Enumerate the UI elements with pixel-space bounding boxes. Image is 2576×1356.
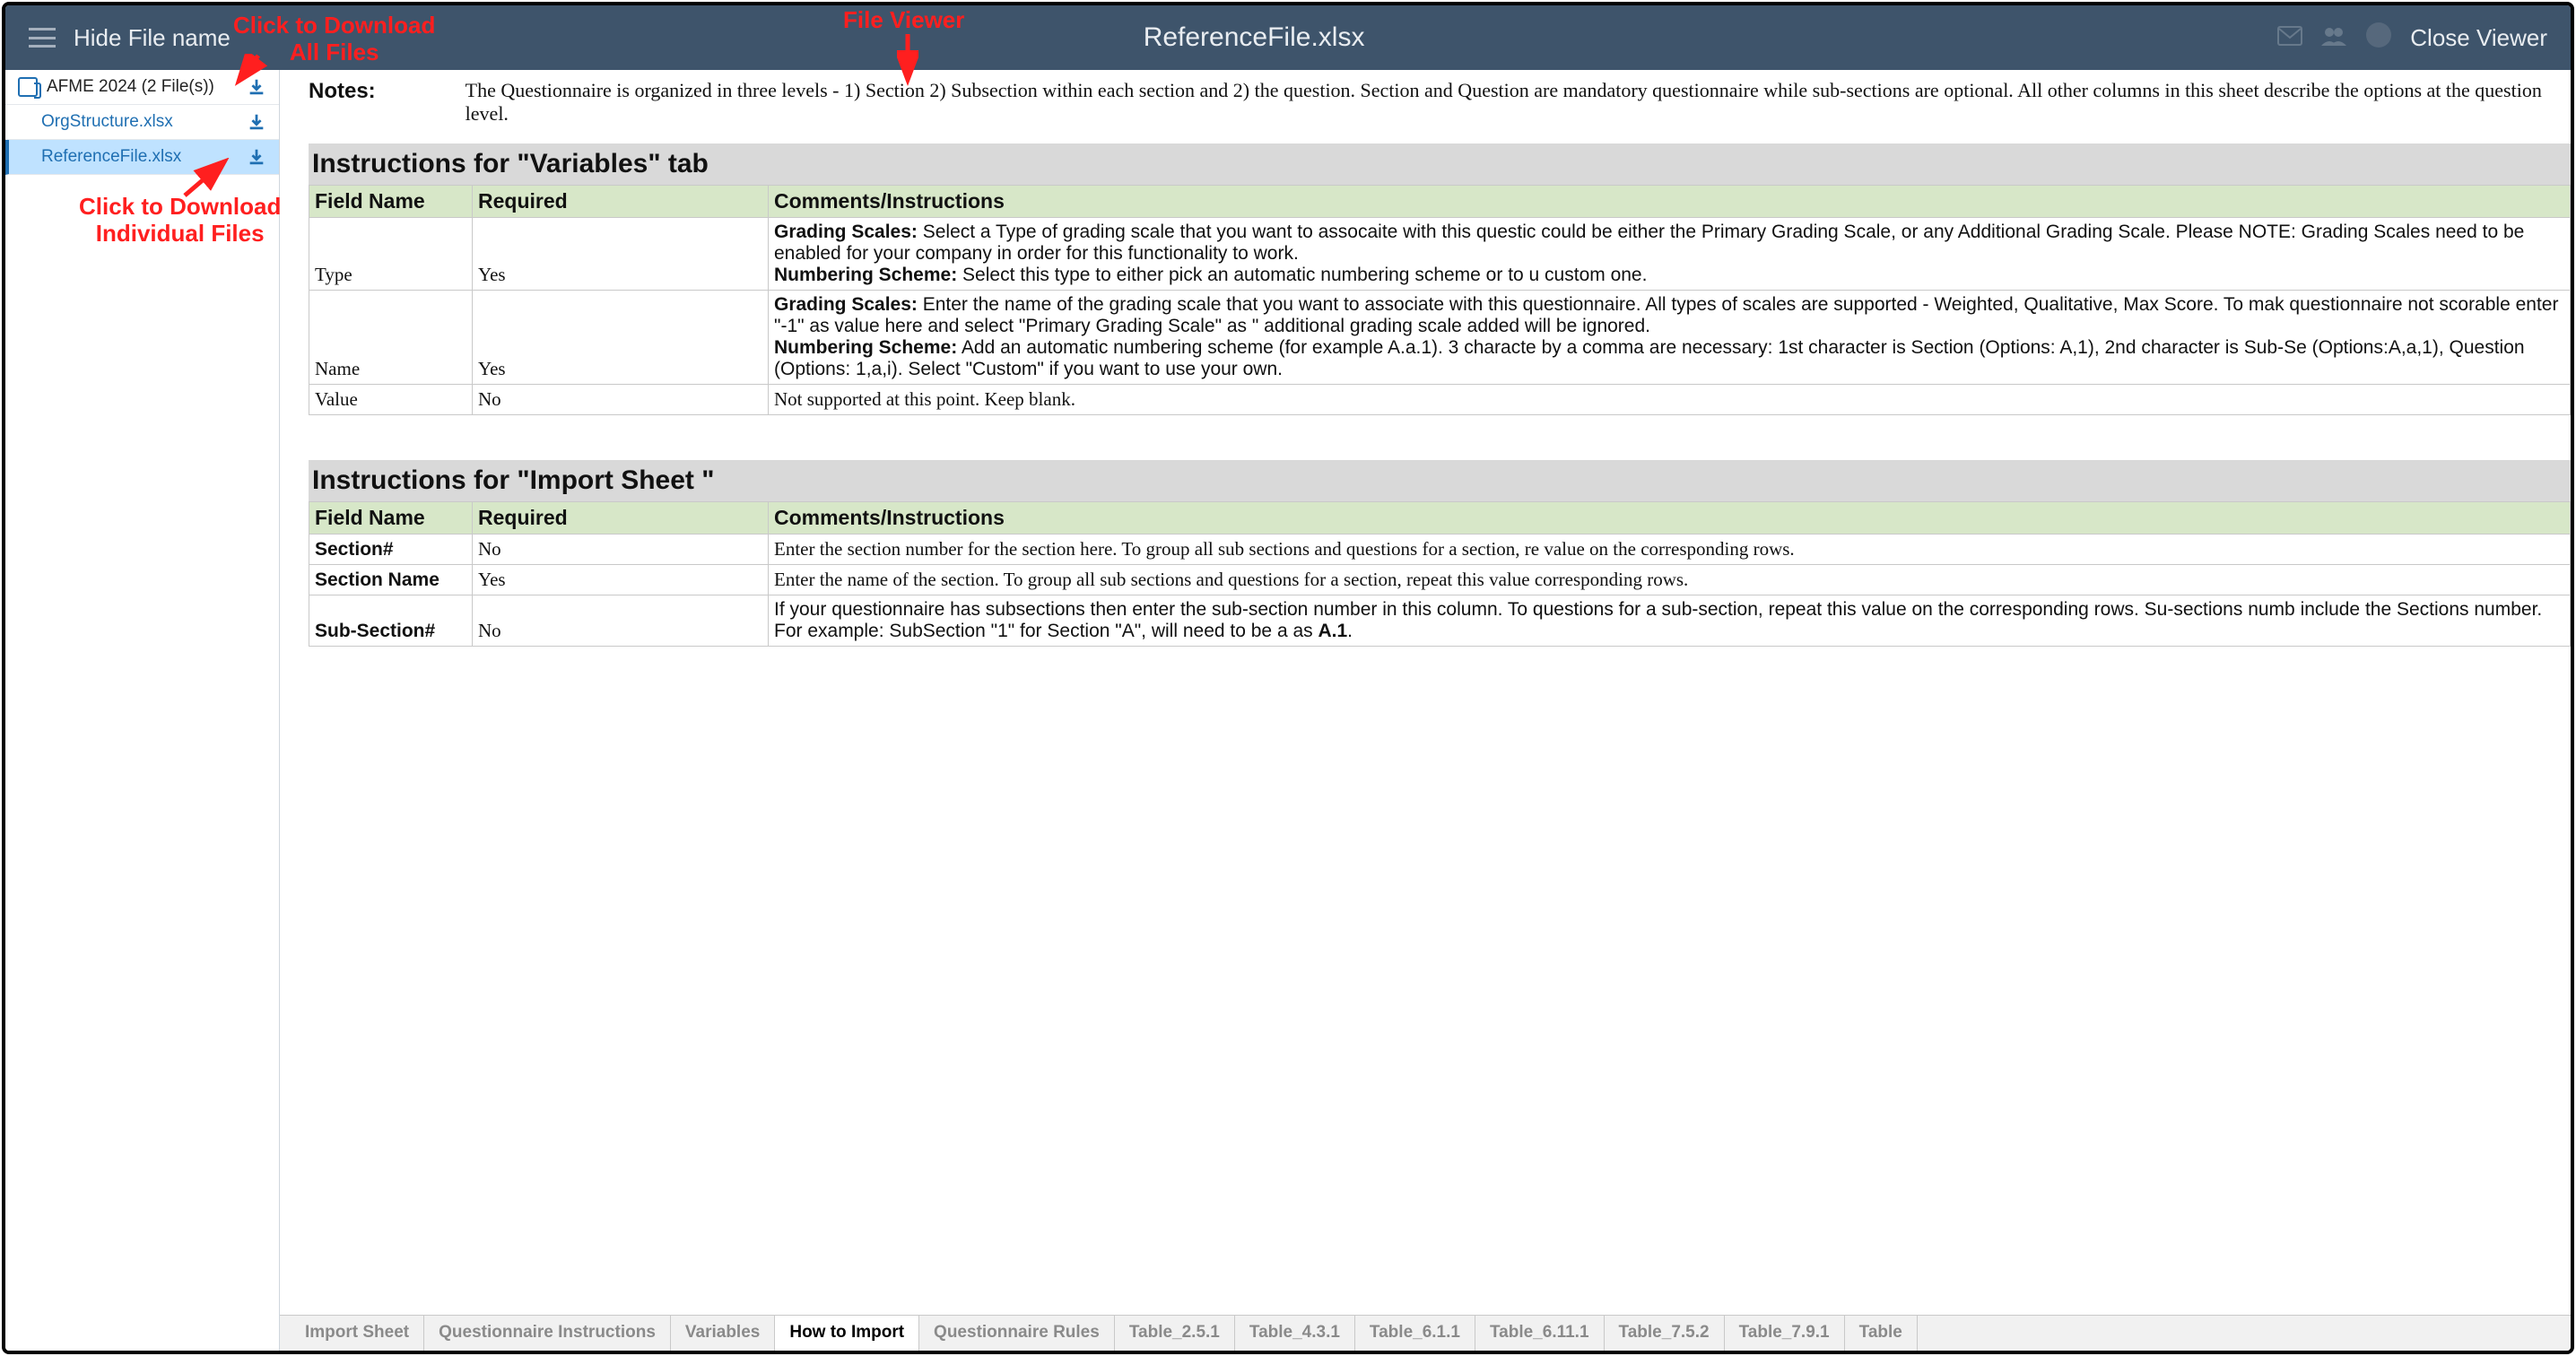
required-cell: No bbox=[473, 595, 769, 647]
body: AFME 2024 (2 File(s)) OrgStructure.xlsx … bbox=[5, 70, 2571, 1351]
table-row: NameYesGrading Scales: Enter the name of… bbox=[309, 291, 2571, 385]
hide-filename-button[interactable]: Hide File name bbox=[74, 24, 231, 52]
table-header: Comments/Instructions bbox=[769, 502, 2571, 535]
notes-text: The Questionnaire is organized in three … bbox=[466, 79, 2571, 126]
download-all-icon[interactable] bbox=[247, 77, 266, 97]
sheet-tab[interactable]: Table_2.5.1 bbox=[1115, 1316, 1235, 1351]
section-title: Instructions for "Import Sheet " bbox=[309, 460, 2571, 501]
field-name-cell: Value bbox=[309, 385, 473, 415]
sheet-tab[interactable]: Variables bbox=[671, 1316, 775, 1351]
instruction-table: Field NameRequiredComments/InstructionsS… bbox=[309, 501, 2571, 647]
close-viewer-button[interactable]: Close Viewer bbox=[2410, 24, 2547, 52]
sheet-tabs: Import SheetQuestionnaire InstructionsVa… bbox=[280, 1315, 2571, 1351]
people-icon[interactable] bbox=[2320, 24, 2347, 52]
required-cell: Yes bbox=[473, 218, 769, 291]
comments-cell: Enter the name of the section. To group … bbox=[769, 565, 2571, 595]
sheet-tab[interactable]: How to Import bbox=[775, 1316, 919, 1351]
hamburger-icon[interactable] bbox=[29, 28, 56, 48]
field-name-cell: Name bbox=[309, 291, 473, 385]
table-row: Section NameYesEnter the name of the sec… bbox=[309, 565, 2571, 595]
mail-icon[interactable] bbox=[2277, 24, 2302, 52]
notes-label: Notes: bbox=[309, 79, 376, 104]
field-name-cell: Section Name bbox=[309, 565, 473, 595]
table-row: Section#NoEnter the section number for t… bbox=[309, 535, 2571, 565]
file-name: ReferenceFile.xlsx bbox=[41, 147, 181, 167]
file-row[interactable]: OrgStructure.xlsx bbox=[5, 105, 279, 140]
table-header: Comments/Instructions bbox=[769, 186, 2571, 218]
field-name-cell: Sub-Section# bbox=[309, 595, 473, 647]
field-name-cell: Type bbox=[309, 218, 473, 291]
comments-cell: If your questionnaire has subsections th… bbox=[769, 595, 2571, 647]
file-viewer: Notes: The Questionnaire is organized in… bbox=[280, 70, 2571, 1351]
section-title: Instructions for "Variables" tab bbox=[309, 143, 2571, 185]
required-cell: No bbox=[473, 385, 769, 415]
table-row: ValueNoNot supported at this point. Keep… bbox=[309, 385, 2571, 415]
folder-row[interactable]: AFME 2024 (2 File(s)) bbox=[5, 70, 279, 105]
sheet-tab[interactable]: Table bbox=[1845, 1316, 1918, 1351]
required-cell: Yes bbox=[473, 291, 769, 385]
comments-cell: Not supported at this point. Keep blank. bbox=[769, 385, 2571, 415]
table-header: Field Name bbox=[309, 186, 473, 218]
sheet-tab[interactable]: Import Sheet bbox=[291, 1316, 424, 1351]
sheet-tab[interactable]: Table_4.3.1 bbox=[1235, 1316, 1355, 1351]
sheet-tab[interactable]: Table_6.11.1 bbox=[1475, 1316, 1605, 1351]
sheet-tab[interactable]: Questionnaire Rules bbox=[919, 1316, 1115, 1351]
document-content: Notes: The Questionnaire is organized in… bbox=[280, 70, 2571, 1315]
folder-name: AFME 2024 (2 File(s)) bbox=[47, 77, 214, 97]
comments-cell: Enter the section number for the section… bbox=[769, 535, 2571, 565]
sheet-tab[interactable]: Table_6.1.1 bbox=[1355, 1316, 1475, 1351]
table-header: Required bbox=[473, 186, 769, 218]
required-cell: Yes bbox=[473, 565, 769, 595]
required-cell: No bbox=[473, 535, 769, 565]
file-name: OrgStructure.xlsx bbox=[41, 112, 173, 132]
field-name-cell: Section# bbox=[309, 535, 473, 565]
comments-cell: Grading Scales: Enter the name of the gr… bbox=[769, 291, 2571, 385]
sheet-tab[interactable]: Table_7.5.2 bbox=[1605, 1316, 1725, 1351]
download-file-icon[interactable] bbox=[247, 112, 266, 132]
sheet-tab[interactable]: Table_7.9.1 bbox=[1725, 1316, 1845, 1351]
file-title: ReferenceFile.xlsx bbox=[1144, 22, 1365, 53]
app-frame: Hide File name ReferenceFile.xlsx Close … bbox=[2, 2, 2574, 1354]
file-sidebar: AFME 2024 (2 File(s)) OrgStructure.xlsx … bbox=[5, 70, 280, 1351]
instruction-table: Field NameRequiredComments/InstructionsT… bbox=[309, 185, 2571, 415]
download-file-icon[interactable] bbox=[247, 147, 266, 167]
comments-cell: Grading Scales: Select a Type of grading… bbox=[769, 218, 2571, 291]
table-row: TypeYesGrading Scales: Select a Type of … bbox=[309, 218, 2571, 291]
table-header: Required bbox=[473, 502, 769, 535]
file-row[interactable]: ReferenceFile.xlsx bbox=[5, 140, 279, 175]
sheet-tab[interactable]: Questionnaire Instructions bbox=[424, 1316, 671, 1351]
folder-icon bbox=[18, 77, 38, 97]
avatar[interactable] bbox=[2365, 22, 2392, 55]
top-bar: Hide File name ReferenceFile.xlsx Close … bbox=[5, 5, 2571, 70]
table-row: Sub-Section#NoIf your questionnaire has … bbox=[309, 595, 2571, 647]
table-header: Field Name bbox=[309, 502, 473, 535]
